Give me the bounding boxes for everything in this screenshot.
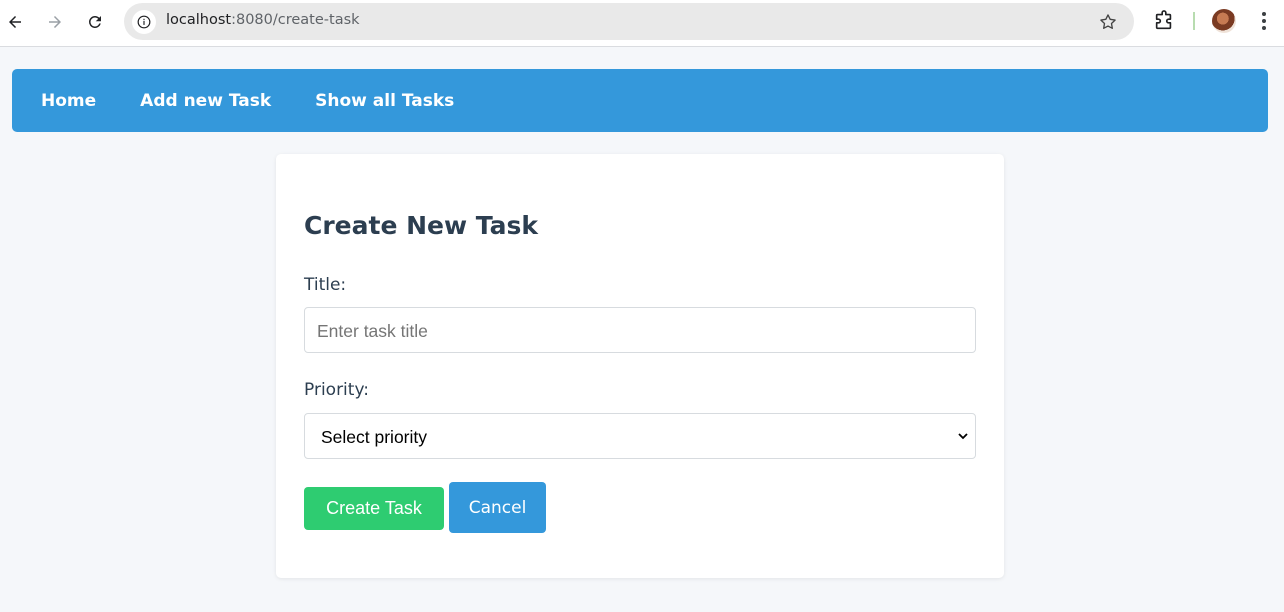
toolbar-divider xyxy=(1193,12,1195,30)
extensions-icon[interactable] xyxy=(1153,10,1175,32)
priority-select[interactable]: Select priority xyxy=(304,413,976,459)
nav-add-task-link[interactable]: Add new Task xyxy=(140,91,271,111)
menu-kebab-icon[interactable] xyxy=(1254,10,1274,32)
title-input[interactable]: Enter task title xyxy=(304,307,976,353)
nav-show-tasks-link[interactable]: Show all Tasks xyxy=(315,91,454,111)
browser-toolbar: localhost:8080/create-task xyxy=(0,0,1284,47)
page-title: Create New Task xyxy=(304,211,538,240)
profile-avatar[interactable] xyxy=(1212,9,1236,33)
site-info-icon[interactable] xyxy=(132,10,156,34)
create-task-button[interactable]: Create Task xyxy=(304,487,444,530)
reload-icon[interactable] xyxy=(81,8,109,36)
app-navbar: Home Add new Task Show all Tasks xyxy=(12,69,1268,132)
forward-icon[interactable] xyxy=(41,8,69,36)
cancel-button[interactable]: Cancel xyxy=(449,482,546,533)
url-path: :8080/create-task xyxy=(231,12,360,28)
chevron-down-icon xyxy=(958,433,968,440)
url-host: localhost xyxy=(166,12,232,28)
nav-home-link[interactable]: Home xyxy=(41,91,96,111)
address-bar[interactable]: localhost:8080/create-task xyxy=(124,3,1134,40)
back-icon[interactable] xyxy=(1,8,29,36)
priority-label: Priority: xyxy=(304,380,369,400)
create-task-card: Create New Task Title: Enter task title … xyxy=(276,154,1004,578)
url-text: localhost:8080/create-task xyxy=(166,12,360,28)
title-label: Title: xyxy=(304,275,347,295)
bookmark-star-icon[interactable] xyxy=(1098,12,1118,32)
priority-selected-value: Select priority xyxy=(321,427,428,447)
title-placeholder: Enter task title xyxy=(317,321,428,341)
